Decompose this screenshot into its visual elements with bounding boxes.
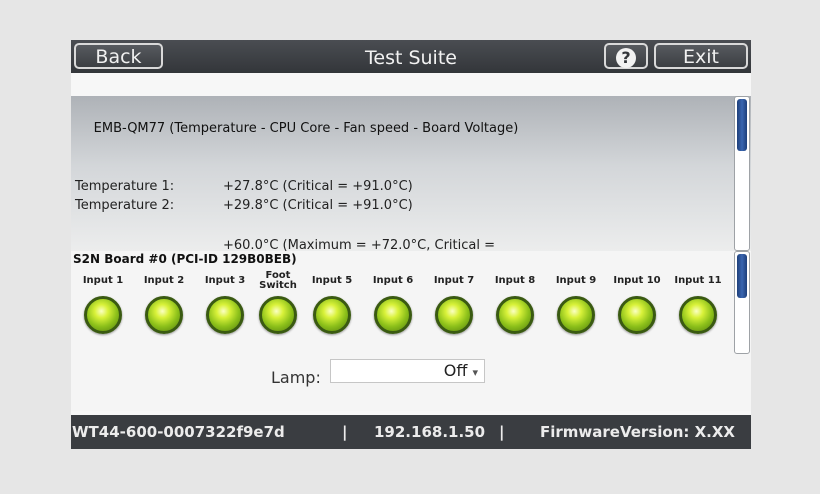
lamp-value: Off [443,361,468,380]
led-indicator-icon [313,296,351,334]
input-label: Input 6 [372,275,414,286]
sensor-panel: EMB-QM77 (Temperature - CPU Core - Fan s… [71,96,751,251]
help-button[interactable]: ? [604,43,648,69]
led-indicator-icon [145,296,183,334]
board-panel: S2N Board #0 (PCI-ID 129B0BEB) Input 1 I… [71,251,751,411]
help-icon: ? [616,48,636,68]
input-leds: Input 1 Input 2 Input 3 Foot Switch Inpu… [71,266,731,346]
chevron-down-icon: ▾ [472,366,478,379]
sensor-chip-title: EMB-QM77 (Temperature - CPU Core - Fan s… [93,121,519,136]
status-separator: | [342,423,348,441]
input-2: Input 2 [137,266,191,334]
input-5: Input 5 [305,266,359,334]
input-6: Input 6 [366,266,420,334]
test-suite-screen: Back Test Suite ? Exit EMB-QM77 (Tempera… [71,40,751,449]
sensor-label: Temperature 2: [75,198,175,213]
title-bar: Back Test Suite ? Exit [71,40,751,73]
input-8: Input 8 [488,266,542,334]
status-separator: | [499,423,505,441]
board-title: S2N Board #0 (PCI-ID 129B0BEB) [73,252,297,266]
input-label: Input 1 [82,275,124,286]
input-label: Input 9 [555,275,597,286]
input-label: Input 2 [143,275,185,286]
sensor-label: Temperature 1: [75,179,175,194]
sensor-scrollbar[interactable] [734,96,750,251]
led-indicator-icon [84,296,122,334]
device-id: WT44-600-0007322f9e7d [72,423,285,441]
sensor-value: +27.8°C (Critical = +91.0°C) [223,179,413,194]
exit-button[interactable]: Exit [654,43,748,69]
input-label: Input 5 [311,275,353,286]
sensor-row: Temperature 2: +29.8°C (Critical = +91.0°… [75,198,413,213]
input-label: Input 10 [613,275,661,286]
lamp-select[interactable]: Off ▾ [330,359,485,383]
input-label: Input 3 [204,275,246,286]
sensor-value: +60.0°C (Maximum = +72.0°C, Critical = [223,238,496,251]
input-10: Input 10 [610,266,664,334]
input-label: Input 7 [433,275,475,286]
led-indicator-icon [206,296,244,334]
lamp-label: Lamp: [271,368,321,387]
input-11: Input 11 [671,266,725,334]
led-indicator-icon [618,296,656,334]
led-indicator-icon [679,296,717,334]
led-indicator-icon [435,296,473,334]
ip-address: 192.168.1.50 [374,423,486,441]
input-1: Input 1 [76,266,130,334]
window-title: Test Suite [365,47,457,69]
led-indicator-icon [259,296,297,334]
back-button[interactable]: Back [74,43,163,69]
input-7: Input 7 [427,266,481,334]
input-label: Input 11 [674,275,722,286]
sensor-row: Temperature 1: +27.8°C (Critical = +91.0°… [75,179,413,194]
status-bar: WT44-600-0007322f9e7d | 192.168.1.50 | F… [71,415,751,449]
input-label: Input 8 [494,275,536,286]
sensor-scrollbar-thumb[interactable] [737,99,747,151]
firmware-version: FirmwareVersion: X.XX [540,423,735,441]
led-indicator-icon [374,296,412,334]
sensor-value: +29.8°C (Critical = +91.0°C) [223,198,413,213]
input-3: Input 3 [198,266,252,334]
input-label: Foot Switch [259,270,297,291]
input-9: Input 9 [549,266,603,334]
board-scrollbar-thumb[interactable] [737,254,747,298]
led-indicator-icon [496,296,534,334]
board-scrollbar[interactable] [734,251,750,354]
led-indicator-icon [557,296,595,334]
sensor-row: +60.0°C (Maximum = +72.0°C, Critical = [75,238,495,251]
input-foot-switch: Foot Switch [251,266,305,334]
